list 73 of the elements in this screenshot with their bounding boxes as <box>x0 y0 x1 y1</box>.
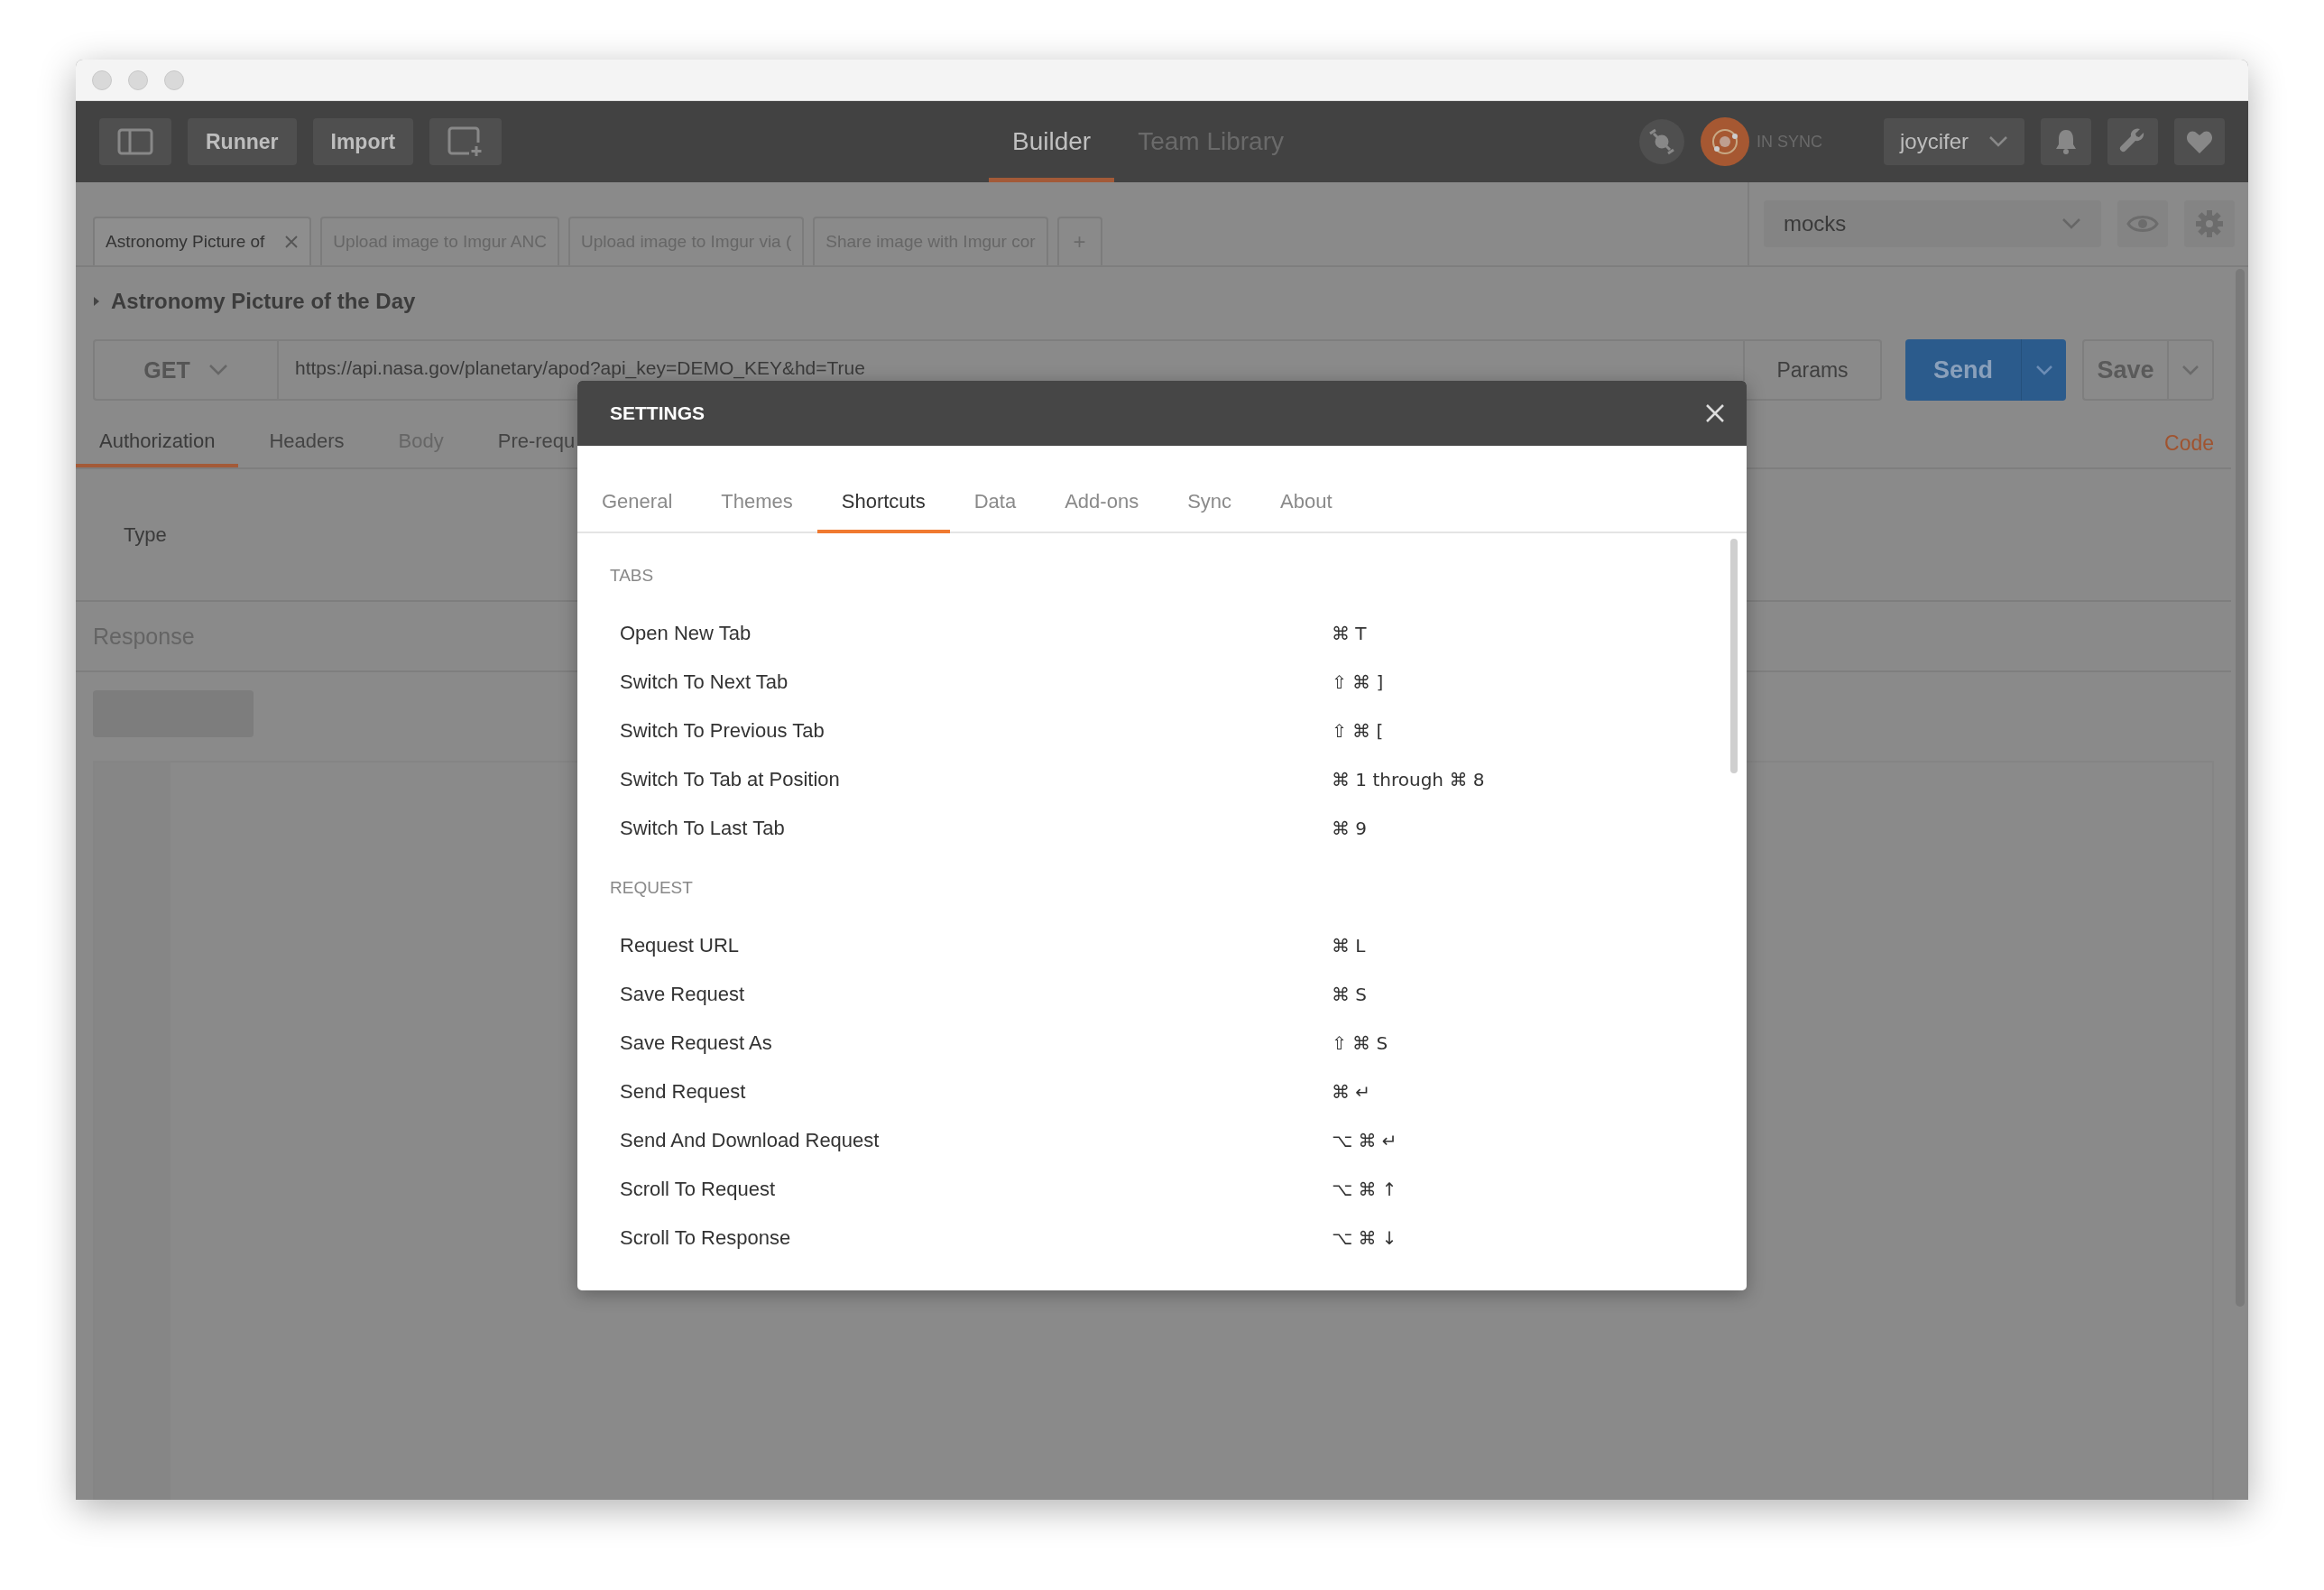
new-window-button[interactable] <box>429 118 503 165</box>
request-section-tab[interactable]: Authorization <box>76 419 239 467</box>
environment-settings-button[interactable] <box>2184 200 2235 247</box>
shortcut-action: Request URL <box>620 934 741 957</box>
settings-button[interactable] <box>2107 118 2158 165</box>
shortcut-action: Switch To Previous Tab <box>620 719 825 743</box>
sidebar-toggle-button[interactable] <box>99 118 171 165</box>
dialog-title: SETTINGS <box>610 402 705 424</box>
shortcut-keys: ⌥ ⌘ ↑ <box>1332 1179 1397 1200</box>
window-close-button[interactable] <box>92 69 112 90</box>
shortcut-action: Save Request As <box>620 1031 773 1055</box>
environment-select[interactable]: mocks <box>1764 200 2101 247</box>
shortcut-action: Scroll To Response <box>620 1226 792 1250</box>
request-section-tab[interactable]: Pre-requ <box>474 419 599 467</box>
chevron-down-icon <box>2034 365 2053 375</box>
satellite-icon[interactable] <box>1638 119 1684 164</box>
shortcut-keys: ⌘ 1 through ⌘ 8 <box>1332 769 1485 790</box>
shortcut-keys: ⌘ T <box>1332 623 1367 644</box>
auth-type-label: Type <box>124 522 167 547</box>
shortcut-keys: ⌘ ↵ <box>1332 1081 1371 1103</box>
shortcut-action: Switch To Tab at Position <box>620 768 841 791</box>
settings-tab[interactable]: Themes <box>696 490 817 533</box>
favorite-button[interactable] <box>2174 118 2225 165</box>
expand-arrow-icon[interactable] <box>93 296 100 307</box>
shortcut-keys: ⌘ 9 <box>1332 818 1368 839</box>
shortcut-keys: ⌘ S <box>1332 984 1368 1005</box>
settings-tab[interactable]: Shortcuts <box>816 490 950 533</box>
request-section-tab[interactable]: Headers <box>245 419 368 467</box>
nav-tab[interactable]: Builder <box>989 101 1115 182</box>
toolbar-button[interactable]: Import <box>312 118 414 165</box>
section-heading: REQUEST <box>610 878 694 899</box>
chevron-down-icon <box>1988 135 2008 148</box>
heart-icon <box>2186 129 2213 154</box>
settings-tab[interactable]: Sync <box>1163 490 1257 533</box>
eye-icon <box>2126 213 2159 235</box>
request-title: Astronomy Picture of the Day <box>111 289 416 314</box>
shortcut-keys: ⇧ ⌘ ] <box>1332 671 1384 693</box>
window-zoom-button[interactable] <box>164 69 184 90</box>
shortcut-keys: ⌥ ⌘ ↓ <box>1332 1227 1397 1249</box>
gear-icon <box>2195 209 2224 238</box>
shortcut-action: Save Request <box>620 983 746 1006</box>
shortcut-keys: ⌘ L <box>1332 935 1366 957</box>
bell-icon <box>2054 128 2078 155</box>
scrollbar-thumb[interactable] <box>1730 539 1738 773</box>
tab-label: Astronomy Picture of <box>106 232 265 252</box>
request-name[interactable]: Astronomy Picture of the Day <box>93 276 416 327</box>
shortcut-keys: ⇧ ⌘ S <box>1332 1032 1388 1054</box>
settings-tab[interactable]: General <box>577 490 697 533</box>
shortcut-action: Switch To Last Tab <box>620 817 786 840</box>
notifications-button[interactable] <box>2041 118 2091 165</box>
shortcut-action: Scroll To Request <box>620 1178 776 1201</box>
shortcut-action: Send And Download Request <box>620 1129 881 1152</box>
shortcut-keys: ⌥ ⌘ ↵ <box>1332 1130 1397 1151</box>
sync-icon[interactable] <box>1700 117 1749 166</box>
code-link[interactable]: Code <box>2164 430 2214 456</box>
chevron-down-icon <box>208 364 228 376</box>
shortcut-action: Open New Tab <box>620 622 752 645</box>
new-window-icon <box>447 126 484 157</box>
user-dropdown[interactable]: joycifer <box>1883 118 2024 165</box>
toolbar-button[interactable]: Runner <box>188 118 297 165</box>
settings-tab[interactable]: Add-ons <box>1040 490 1164 533</box>
shortcut-keys: ⇧ ⌘ [ <box>1332 720 1384 742</box>
quick-look-button[interactable] <box>2117 200 2168 247</box>
shortcut-action: Send Request <box>620 1080 747 1104</box>
chevron-down-icon <box>2181 365 2200 375</box>
sidebar-icon <box>117 128 153 155</box>
section-heading: TABS <box>610 566 655 587</box>
request-tab[interactable]: Astronomy Picture of <box>93 217 312 265</box>
shortcut-action: Switch To Next Tab <box>620 670 789 694</box>
settings-tab[interactable]: About <box>1256 490 1357 533</box>
window-minimize-button[interactable] <box>128 69 148 90</box>
chevron-down-icon <box>2061 217 2081 230</box>
settings-tab[interactable]: Data <box>949 490 1041 533</box>
